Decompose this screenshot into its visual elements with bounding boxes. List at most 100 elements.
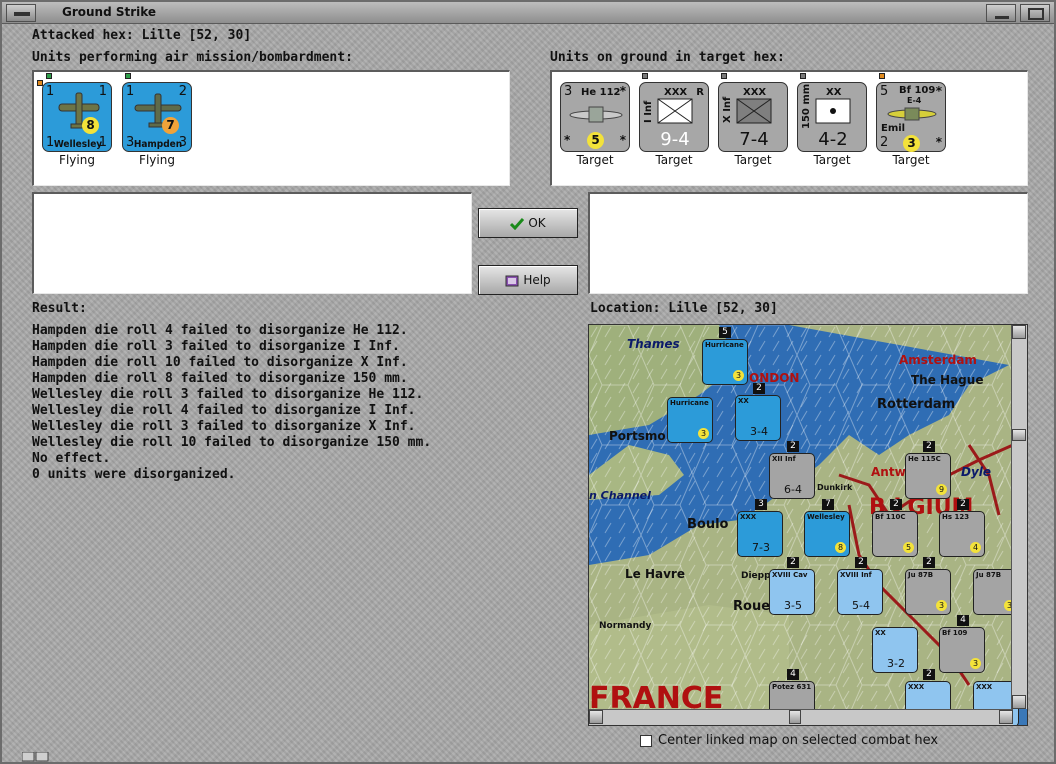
ok-button[interactable]: OK <box>478 208 578 238</box>
maximize-icon <box>1028 8 1044 20</box>
map-unit[interactable]: Hurricane 3 <box>667 397 713 443</box>
center-map-checkbox[interactable] <box>640 735 652 747</box>
result-line: Wellesley die roll 4 failed to disorgani… <box>32 403 416 418</box>
stack-count: 7 <box>822 499 834 510</box>
stack-count: 2 <box>787 557 799 568</box>
map-label: n Channel <box>589 489 651 502</box>
air-unit-status: Flying <box>59 153 95 167</box>
status-flag <box>879 73 885 79</box>
minimize-button[interactable] <box>986 4 1016 22</box>
checkmark-icon <box>510 217 525 230</box>
map-unit[interactable]: Bf 109 3 <box>939 627 985 673</box>
map-label: Amsterdam <box>899 353 977 367</box>
map-unit[interactable]: Hurricane 3 <box>702 339 748 385</box>
scroll-down-button[interactable] <box>1012 695 1026 709</box>
ground-unit-status: Target <box>576 153 614 167</box>
stack-count: 2 <box>923 557 935 568</box>
ground-strike-window: Ground Strike Attacked hex: Lille [52, 3… <box>0 0 1056 764</box>
map-unit[interactable]: Hs 123 4 <box>939 511 985 557</box>
result-line: 0 units were disorganized. <box>32 467 236 482</box>
air-unit-wellesley[interactable]: 1 1 8 1 Wellesley 1 <box>42 82 112 152</box>
scroll-left-button[interactable] <box>589 710 603 724</box>
stack-count: 2 <box>923 441 935 452</box>
status-flag <box>642 73 648 79</box>
scroll-thumb[interactable] <box>1012 429 1026 441</box>
map-unit[interactable]: XX 3-4 <box>735 395 781 441</box>
map-unit[interactable]: Ju 87B 3 <box>905 569 951 615</box>
stack-count: 3 <box>755 499 767 510</box>
stack-count: 2 <box>753 383 765 394</box>
resize-grip-icon[interactable] <box>22 752 52 762</box>
map-label: Boulo <box>687 517 729 532</box>
result-line: Wellesley die roll 3 failed to disorgani… <box>32 419 416 434</box>
status-flag <box>125 73 131 79</box>
ground-unit-bf109[interactable]: 5 Bf 109 E-4 * Emil 2 3 * <box>876 82 946 152</box>
ground-unit-he112[interactable]: 3 He 112 * * 5 * <box>560 82 630 152</box>
map-label: Thames <box>627 337 680 351</box>
ground-units-panel: 3 He 112 * * 5 * Target XXX R I Inf 9-4 … <box>550 70 1028 186</box>
help-button[interactable]: Help <box>478 265 578 295</box>
air-units-panel: 1 1 8 1 Wellesley 1 Flying 1 2 7 3 Hampd… <box>32 70 510 186</box>
location-label: Location: Lille [52, 30] <box>590 301 778 316</box>
ground-unit-status: Target <box>655 153 693 167</box>
map-unit[interactable]: Wellesley 8 <box>804 511 850 557</box>
ground-detail-panel <box>588 192 1028 294</box>
stack-count: 2 <box>890 499 902 510</box>
result-label: Result: <box>32 301 87 316</box>
ground-unit-x-inf[interactable]: XXX X Inf 7-4 <box>718 82 788 152</box>
window-title: Ground Strike <box>62 5 157 19</box>
result-line: Hampden die roll 10 failed to disorganiz… <box>32 355 408 370</box>
stack-count: 2 <box>923 669 935 680</box>
infantry-symbol-icon <box>657 98 693 124</box>
close-button[interactable] <box>1020 4 1050 22</box>
map-label: Le Havre <box>625 567 685 581</box>
aircraft-icon <box>569 106 623 123</box>
map-unit[interactable]: XX 3-2 <box>872 627 918 673</box>
ground-unit-status: Target <box>734 153 772 167</box>
map-label: Portsmo <box>609 429 666 443</box>
map-unit[interactable]: Bf 110C 5 <box>872 511 918 557</box>
status-flag <box>46 73 52 79</box>
minimize-icon <box>995 16 1009 19</box>
map-label: Normandy <box>599 621 652 631</box>
linked-map[interactable]: Thames Amsterdam The Hague Rotterdam Por… <box>588 324 1028 726</box>
ground-unit-150mm[interactable]: XX 150 mm 4-2 <box>797 82 867 152</box>
map-vertical-scrollbar[interactable] <box>1011 325 1027 709</box>
ground-unit-status: Target <box>892 153 930 167</box>
map-label: Dunkirk <box>817 483 853 492</box>
result-line: Hampden die roll 4 failed to disorganize… <box>32 323 408 338</box>
stack-count: 4 <box>957 615 969 626</box>
map-horizontal-scrollbar[interactable] <box>589 709 1013 725</box>
result-line: Wellesley die roll 10 failed to disorgan… <box>32 435 432 450</box>
map-label: Rotterdam <box>877 397 956 412</box>
stack-count: 2 <box>957 499 969 510</box>
scroll-thumb[interactable] <box>789 710 801 724</box>
map-label: The Hague <box>911 373 984 387</box>
stack-count: 5 <box>719 327 731 338</box>
title-bar: Ground Strike <box>2 2 1054 24</box>
map-label: Dyle <box>961 465 992 479</box>
system-menu-button[interactable] <box>6 4 36 22</box>
map-label: Antw <box>871 465 906 479</box>
map-unit[interactable]: XXX 7-3 <box>737 511 783 557</box>
attacked-hex-label: Attacked hex: Lille [52, 30] <box>32 28 252 43</box>
result-line: Hampden die roll 8 failed to disorganize… <box>32 371 408 386</box>
map-unit[interactable]: XVIII Cav 3-5 <box>769 569 815 615</box>
result-line: Wellesley die roll 3 failed to disorgani… <box>32 387 424 402</box>
menu-icon <box>14 12 30 16</box>
scroll-up-button[interactable] <box>1012 325 1026 339</box>
artillery-symbol-icon <box>815 98 851 124</box>
air-unit-hampden[interactable]: 1 2 7 3 Hampden 3 <box>122 82 192 152</box>
stack-count: 2 <box>855 557 867 568</box>
ground-unit-i-inf[interactable]: XXX R I Inf 9-4 <box>639 82 709 152</box>
ground-unit-status: Target <box>813 153 851 167</box>
scroll-right-button[interactable] <box>999 710 1013 724</box>
status-flag <box>721 73 727 79</box>
map-unit[interactable]: He 115C 9 <box>905 453 951 499</box>
map-unit[interactable]: XII Inf 6-4 <box>769 453 815 499</box>
air-unit-status: Flying <box>139 153 175 167</box>
map-unit[interactable]: XVIII Inf 5-4 <box>837 569 883 615</box>
center-map-label: Center linked map on selected combat hex <box>658 733 939 748</box>
aircraft-icon <box>887 107 937 121</box>
ground-units-label: Units on ground in target hex: <box>550 50 785 65</box>
